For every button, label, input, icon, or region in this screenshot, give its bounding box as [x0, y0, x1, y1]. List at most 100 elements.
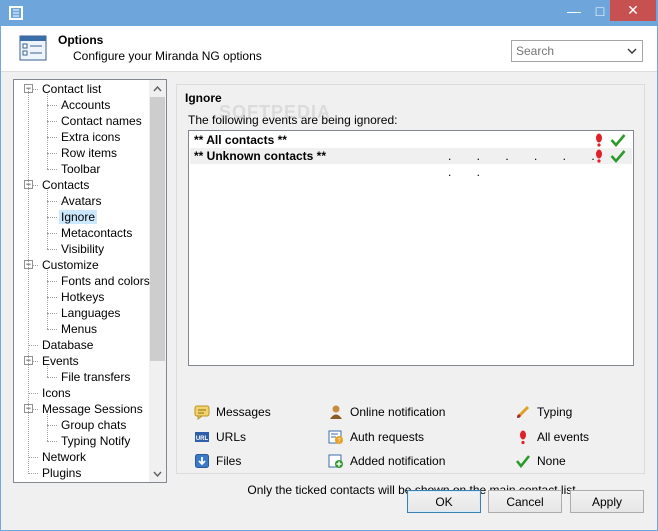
tree-connector: [47, 377, 57, 378]
watermark-logo: SOFTPEDIA: [219, 102, 332, 122]
tree-connector: [47, 153, 57, 154]
tree-category[interactable]: Plugins: [40, 465, 83, 481]
none-icon[interactable]: [610, 133, 626, 147]
auth-requests-icon: ?: [328, 430, 343, 445]
legend-label: Auth requests: [350, 430, 425, 444]
tree-connector: [47, 190, 48, 249]
tree-connector: [47, 366, 48, 377]
tree-item[interactable]: Typing Notify: [59, 433, 132, 449]
tree-connector: [47, 270, 48, 329]
tree-item-label: Plugins: [42, 466, 82, 480]
tree-connector: [47, 137, 57, 138]
tree-item[interactable]: Accounts: [59, 97, 112, 113]
tree-item-label: Network: [42, 450, 87, 464]
urls-icon: URL: [195, 432, 209, 442]
legend-label: Online notification: [350, 405, 446, 419]
tree-item-label: Icons: [42, 386, 71, 400]
ok-button[interactable]: OK: [407, 490, 481, 513]
chevron-down-icon[interactable]: [624, 43, 640, 59]
tree-connector: [28, 345, 38, 346]
minimize-button[interactable]: —: [561, 0, 587, 21]
tree-connector: [47, 281, 57, 282]
ignore-contact-list[interactable]: ** All contacts ** ** Unknown contacts **…: [188, 130, 634, 366]
tree-item-label: Message Sessions: [42, 402, 143, 416]
options-window: — □ ✕ Options Configure your Miranda NG …: [0, 0, 658, 531]
tree-item[interactable]: Ignore: [59, 209, 98, 225]
legend-label: Files: [216, 454, 242, 468]
contact-label: ** All contacts **: [194, 133, 287, 147]
svg-text:URL: URL: [196, 436, 209, 442]
tree-item-label: Group chats: [61, 418, 127, 432]
tree-item-label: Metacontacts: [61, 226, 133, 240]
cancel-button[interactable]: Cancel: [488, 490, 562, 513]
tree-category[interactable]: Contact list: [40, 81, 103, 97]
legend-label: None: [537, 454, 566, 468]
tree-item-label: Contact list: [42, 82, 102, 96]
tree-item-label: File transfers: [61, 370, 131, 384]
tree-item-label: Toolbar: [61, 162, 101, 176]
tree-connector: [47, 414, 48, 441]
tree-category[interactable]: Icons: [40, 385, 73, 401]
tree-connector: [28, 393, 38, 394]
tree-item[interactable]: Fonts and colors: [59, 273, 152, 289]
tree-category[interactable]: Database: [40, 337, 95, 353]
page-title: Options: [58, 33, 104, 47]
tree-item-label: Menus: [61, 322, 98, 336]
tree-connector: [47, 313, 57, 314]
tree-item[interactable]: Avatars: [59, 193, 103, 209]
tree-connector: [28, 89, 29, 474]
tree-connector: [47, 425, 57, 426]
ignore-row[interactable]: ** Unknown contacts **. . . . . . . .: [190, 148, 632, 179]
tree-item[interactable]: Languages: [59, 305, 122, 321]
all-events-icon[interactable]: [593, 133, 605, 147]
all-events-icon[interactable]: [593, 149, 605, 163]
scrollbar-thumb[interactable]: [150, 97, 165, 361]
tree-item-label: Fonts and colors: [61, 274, 150, 288]
apply-button[interactable]: Apply: [570, 490, 644, 513]
tree-connector: [47, 169, 57, 170]
tree-item-label: Extra icons: [61, 130, 121, 144]
scroll-up-icon[interactable]: [149, 80, 166, 97]
files-icon: [195, 454, 209, 468]
page-subtitle: Configure your Miranda NG options: [73, 49, 262, 63]
tree-item[interactable]: Menus: [59, 321, 99, 337]
ignore-group: Ignore The following events are being ig…: [176, 84, 645, 497]
title-bar[interactable]: — □ ✕: [0, 0, 658, 26]
tree-item-label: Visibility: [61, 242, 105, 256]
options-tree[interactable]: Contact list − Accounts Contact names Extra …: [13, 79, 167, 483]
ignore-title: Ignore: [185, 91, 222, 105]
none-icon: [515, 455, 531, 469]
legend-label: Messages: [216, 405, 271, 419]
tree-category[interactable]: Network: [40, 449, 88, 465]
close-button[interactable]: ✕: [610, 0, 656, 21]
tree-connector: [47, 249, 57, 250]
tree-item-label: Contact names: [61, 114, 142, 128]
added-notification-icon: [328, 454, 343, 468]
tree-item[interactable]: Contact names: [59, 113, 144, 129]
online-notification-icon: [330, 405, 342, 419]
legend-label: All events: [537, 430, 590, 444]
ignore-row[interactable]: ** All contacts **: [190, 132, 632, 148]
tree-item[interactable]: Toolbar: [59, 161, 102, 177]
tree-connector: [47, 233, 57, 234]
tree-connector: [47, 441, 57, 442]
tree-item-label: Row items: [61, 146, 118, 160]
options-icon: [19, 35, 47, 61]
tree-item[interactable]: Hotkeys: [59, 289, 106, 305]
tree-category[interactable]: Customize: [40, 257, 101, 273]
tree-item[interactable]: Extra icons: [59, 129, 122, 145]
search-box[interactable]: [511, 40, 643, 62]
tree-item-label: Database: [42, 338, 94, 352]
scroll-down-icon[interactable]: [149, 465, 166, 482]
search-input[interactable]: [512, 41, 624, 61]
tree-item[interactable]: Metacontacts: [59, 225, 134, 241]
tree-category[interactable]: Message Sessions: [40, 401, 145, 417]
tree-item[interactable]: Row items: [59, 145, 119, 161]
tree-item[interactable]: Group chats: [59, 417, 128, 433]
tree-item[interactable]: Visibility: [59, 241, 106, 257]
typing-icon: [516, 405, 530, 419]
messages-icon: [194, 405, 210, 420]
none-icon[interactable]: [610, 149, 626, 163]
legend-label: Added notification: [350, 454, 446, 468]
tree-item[interactable]: File transfers: [59, 369, 132, 385]
